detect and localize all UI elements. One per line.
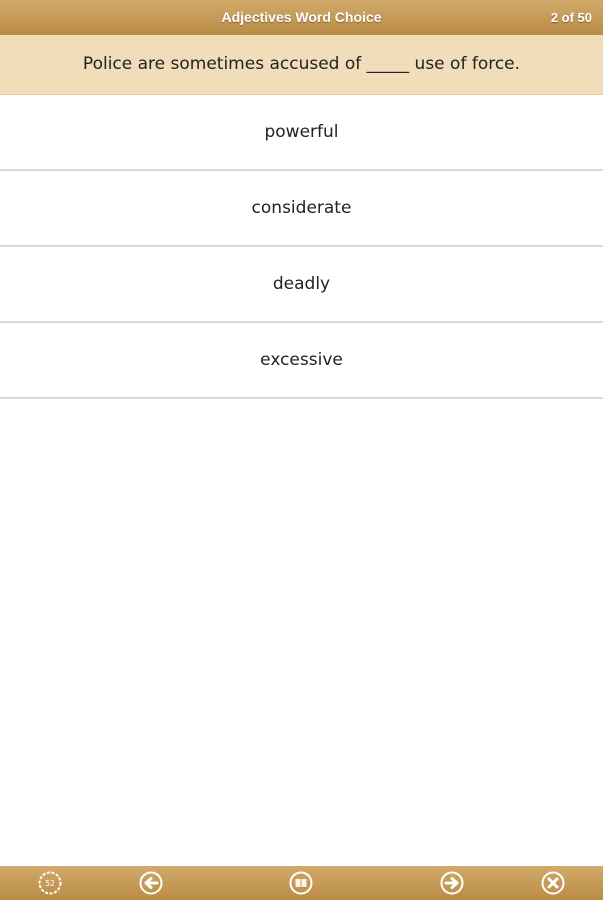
- answer-option[interactable]: deadly: [0, 247, 603, 323]
- question-text: Police are sometimes accused of _____ us…: [0, 35, 603, 95]
- forward-arrow-icon: [440, 871, 464, 895]
- score-button[interactable]: 52: [38, 871, 62, 895]
- book-icon: [289, 871, 313, 895]
- quiz-title: Adjectives Word Choice: [221, 9, 382, 25]
- back-arrow-icon: [139, 871, 163, 895]
- answer-option[interactable]: excessive: [0, 323, 603, 399]
- bottom-toolbar: 52: [0, 866, 603, 900]
- score-icon: 52: [38, 871, 62, 895]
- close-button[interactable]: [541, 871, 565, 895]
- answer-option[interactable]: considerate: [0, 171, 603, 247]
- close-icon: [541, 871, 565, 895]
- previous-button[interactable]: [139, 871, 163, 895]
- answer-option[interactable]: powerful: [0, 95, 603, 171]
- question-counter: 2 of 50: [550, 10, 592, 25]
- score-badge-text: 52: [45, 879, 55, 888]
- quiz-screen: Adjectives Word Choice 2 of 50 Police ar…: [0, 0, 603, 900]
- title-bar: Adjectives Word Choice 2 of 50: [0, 0, 603, 35]
- lesson-button[interactable]: [289, 871, 313, 895]
- next-button[interactable]: [440, 871, 464, 895]
- answer-options: powerful considerate deadly excessive: [0, 95, 603, 399]
